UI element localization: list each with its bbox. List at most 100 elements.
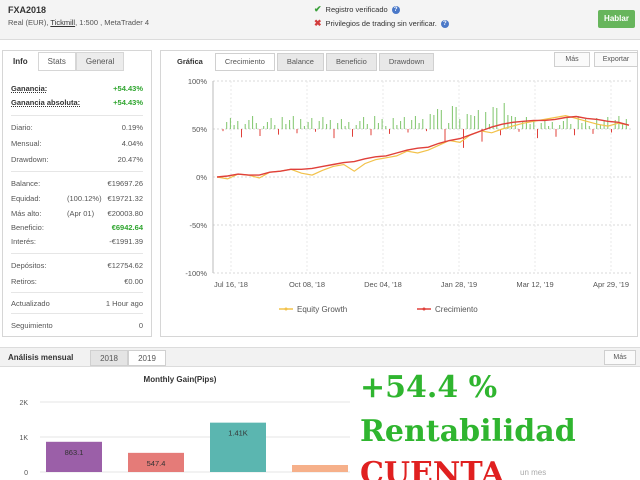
tab-year-2018[interactable]: 2018 xyxy=(90,350,128,366)
stat-row: Ganancia: +54.43% xyxy=(11,84,143,93)
stat-row: Beneficio: €6942.64 xyxy=(11,223,143,232)
stats-divider xyxy=(11,313,143,314)
stats-divider xyxy=(11,253,143,254)
legend-marker xyxy=(284,307,288,311)
stat-value: -€1991.39 xyxy=(109,237,143,246)
stat-label: Actualizado xyxy=(11,299,50,308)
promo-cuenta: CUENTA xyxy=(360,456,505,480)
monthly-bar-label: 863.1 xyxy=(65,448,84,457)
x-tick-label: Jan 28, '19 xyxy=(441,280,477,289)
y-tick-label: -100% xyxy=(185,269,207,278)
stat-row: Más alto: (Apr 01) €20003.80 xyxy=(11,209,143,218)
broker-link[interactable]: Tickmill xyxy=(50,18,75,27)
y-tick-label: 50% xyxy=(192,125,207,134)
stat-label: Seguimiento xyxy=(11,321,53,330)
chart-title: Gráfica xyxy=(167,53,213,71)
stat-value: €19697.26 xyxy=(107,179,143,188)
info-tabs: Info Stats General xyxy=(3,51,125,71)
unverified-privileges: ✖ Privilegios de trading sin verificar. … xyxy=(314,18,449,29)
tab-crecimiento[interactable]: Crecimiento xyxy=(214,53,275,71)
account-name: FXA2018 xyxy=(8,5,47,15)
chart-panel: Gráfica Crecimiento Balance Beneficio Dr… xyxy=(160,50,638,337)
stat-row: Seguimiento 0 xyxy=(11,321,143,330)
monthly-chart-title: Monthly Gain(Pips) xyxy=(144,375,217,384)
tab-balance[interactable]: Balance xyxy=(276,53,324,71)
promo-gain: +54.4 % xyxy=(360,370,498,405)
stat-row: Actualizado 1 Hour ago xyxy=(11,299,143,308)
stat-row: Retiros: €0.00 xyxy=(11,277,143,286)
cross-icon: ✖ xyxy=(314,18,322,28)
x-tick-label: Dec 04, '18 xyxy=(364,280,402,289)
info-title: Info xyxy=(3,52,38,71)
verified-registration-label: Registro verificado xyxy=(325,5,388,14)
stat-label: Beneficio: xyxy=(11,223,44,232)
monthly-bar xyxy=(46,441,102,472)
stat-label: Equidad: xyxy=(11,194,41,203)
legend-marker xyxy=(422,307,426,311)
y-tick-label: -50% xyxy=(189,221,207,230)
stat-row: Diario: 0.19% xyxy=(11,123,143,132)
help-icon[interactable]: ? xyxy=(440,19,449,28)
account-subtitle: Real (EUR), Tickmill, 1:500 , MetaTrader… xyxy=(8,18,149,27)
stats-divider xyxy=(11,115,143,116)
stat-row: Mensual: 4.04% xyxy=(11,139,143,148)
talk-button[interactable]: Hablar xyxy=(598,10,635,28)
tab-general[interactable]: General xyxy=(75,52,125,71)
tab-beneficio[interactable]: Beneficio xyxy=(325,53,377,71)
monthly-bar-label: 1.41K xyxy=(228,429,248,438)
x-tick-label: Oct 08, '18 xyxy=(289,280,325,289)
stat-value: 1 Hour ago xyxy=(105,299,143,308)
stat-value: 4.04% xyxy=(121,139,143,148)
account-type: Real (EUR), xyxy=(8,18,51,27)
promo-rentabilidad: Rentabilidad xyxy=(360,414,576,449)
stat-label: Depósitos: xyxy=(11,261,47,270)
stats-divider xyxy=(11,171,143,172)
tab-year-2019[interactable]: 2019 xyxy=(128,350,166,366)
stat-row: Depósitos: €12754.62 xyxy=(11,261,143,270)
stat-label: Mensual: xyxy=(11,139,42,148)
stat-label: Balance: xyxy=(11,179,41,188)
monthly-analysis-header: Análisis mensual 2018 2019 Más xyxy=(0,347,640,367)
stat-value: €20003.80 xyxy=(107,209,143,218)
growth-chart: 100% 50% 0% -50% -100% Jul 16, '18 Oct 08, '18… xyxy=(185,77,633,314)
stat-value: 20.47% xyxy=(117,155,143,164)
check-icon: ✔ xyxy=(314,4,322,14)
stats-divider xyxy=(11,292,143,293)
x-tick-label: Mar 12, '19 xyxy=(516,280,553,289)
stat-label: Ganancia absoluta: xyxy=(11,98,81,107)
x-tick-label: Apr 29, '19 xyxy=(593,280,629,289)
stat-label: Ganancia: xyxy=(11,84,48,93)
faint-text: un mes xyxy=(520,468,547,477)
tab-stats[interactable]: Stats xyxy=(37,52,76,71)
stat-label: Interés: xyxy=(11,237,37,246)
stat-value: +54.43% xyxy=(113,98,143,107)
monthly-y-tick: 0 xyxy=(24,470,28,477)
stat-row: Balance: €19697.26 xyxy=(11,179,143,188)
stat-row: Ganancia absoluta: +54.43% xyxy=(11,98,143,107)
y-tick-label: 0% xyxy=(196,173,207,182)
account-platform: , 1:500 , MetaTrader 4 xyxy=(75,18,150,27)
monthly-chart: Monthly Gain(Pips) 2K 1K 0 863.1 547.4 1.41K xyxy=(19,375,350,477)
export-button[interactable]: Exportar xyxy=(594,52,638,67)
help-icon[interactable]: ? xyxy=(391,5,400,14)
stat-label: Drawdown: xyxy=(11,155,49,164)
stat-note: (Apr 01) xyxy=(67,209,95,218)
chart-tabs: Gráfica Crecimiento Balance Beneficio Dr… xyxy=(165,53,435,71)
chart-more-button[interactable]: Más xyxy=(554,52,590,67)
monthly-y-tick: 1K xyxy=(19,435,28,442)
stat-row: Equidad: (100.12%) €19721.32 xyxy=(11,194,143,203)
monthly-bar xyxy=(292,465,348,472)
verified-registration: ✔ Registro verificado ? xyxy=(314,4,400,15)
stat-value: 0 xyxy=(138,321,143,330)
tab-drawdown[interactable]: Drawdown xyxy=(378,53,435,71)
monthly-y-tick: 2K xyxy=(19,400,28,407)
monthly-more-button[interactable]: Más xyxy=(604,350,636,365)
stat-note: (100.12%) xyxy=(67,194,102,203)
monthly-bar-label: 547.4 xyxy=(147,459,166,468)
stat-label: Más alto: xyxy=(11,209,42,218)
stat-value: €12754.62 xyxy=(107,261,143,270)
stat-row: Drawdown: 20.47% xyxy=(11,155,143,164)
legend-label: Equity Growth xyxy=(297,305,347,314)
legend-label: Crecimiento xyxy=(435,305,478,314)
x-tick-label: Jul 16, '18 xyxy=(214,280,248,289)
